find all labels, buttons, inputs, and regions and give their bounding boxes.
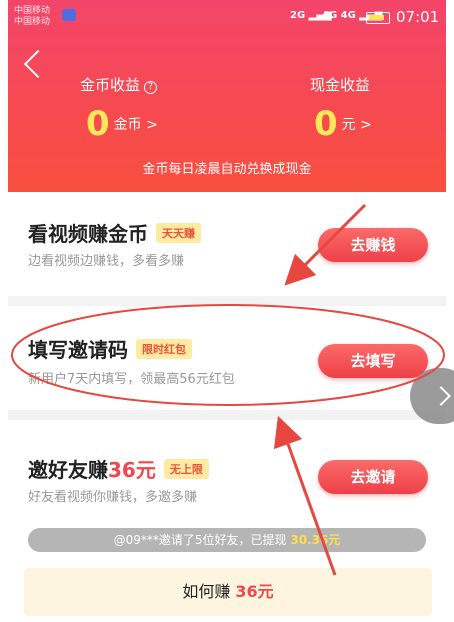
auto-exchange-notice: 金币每日凌晨自动兑换成现金: [142, 162, 312, 177]
carrier-2: 中国移动: [14, 17, 51, 27]
invite-ticker: @09***邀请了5位好友，已提现 30.36元: [28, 528, 426, 552]
task-card-invite-code: 填写邀请码 限时红包 新用户7天内填写，领最高56元红包 去填写: [8, 306, 446, 410]
back-arrow-icon[interactable]: [23, 49, 53, 79]
app-notification-icon: [62, 9, 76, 21]
carrier-text: 中国移动 中国移动: [14, 6, 50, 28]
task-tag: 无上限: [163, 459, 209, 479]
coin-earnings-title: 金币收益?: [80, 74, 158, 95]
task-title: 填写邀请码 限时红包: [28, 334, 192, 363]
earn-money-button[interactable]: 去赚钱: [318, 228, 428, 262]
invite-button[interactable]: 去邀请: [318, 460, 428, 494]
task-tag: 天天赚: [156, 223, 201, 243]
clock: 07:01: [396, 8, 440, 26]
task-subtitle: 边看视频边赚钱，多看多赚: [28, 254, 185, 269]
status-bar: 中国移动 中国移动 2G ▂▄▆ 4G 4G ▂▄▆ 07:01: [8, 0, 446, 34]
task-subtitle: 新用户7天内填写，领最高56元红包: [28, 372, 235, 387]
task-title: 看视频赚金币 天天赚: [28, 218, 201, 247]
task-card-watch-video: 看视频赚金币 天天赚 边看视频边赚钱，多看多赚 去赚钱: [8, 192, 446, 296]
task-subtitle: 好友看视频你赚钱，多邀多赚: [28, 490, 198, 505]
fill-code-button[interactable]: 去填写: [318, 344, 428, 378]
cash-earnings-value[interactable]: 0元 >: [314, 104, 372, 144]
how-to-earn-link[interactable]: 如何赚 36元: [24, 568, 432, 616]
battery-icon: [366, 12, 390, 24]
coin-earnings-value[interactable]: 0 金币 >: [86, 104, 158, 144]
earnings-header: 中国移动 中国移动 2G ▂▄▆ 4G 4G ▂▄▆ 07:01 金币收益? 0…: [8, 0, 446, 192]
task-tag: 限时红包: [136, 339, 192, 359]
carrier-1: 中国移动: [14, 6, 51, 16]
cash-earnings-title: 现金收益: [310, 76, 371, 94]
task-title: 邀好友赚36元 无上限: [28, 454, 209, 483]
help-icon[interactable]: ?: [144, 81, 158, 94]
app-screen: 中国移动 中国移动 2G ▂▄▆ 4G 4G ▂▄▆ 07:01 金币收益? 0…: [8, 0, 446, 622]
